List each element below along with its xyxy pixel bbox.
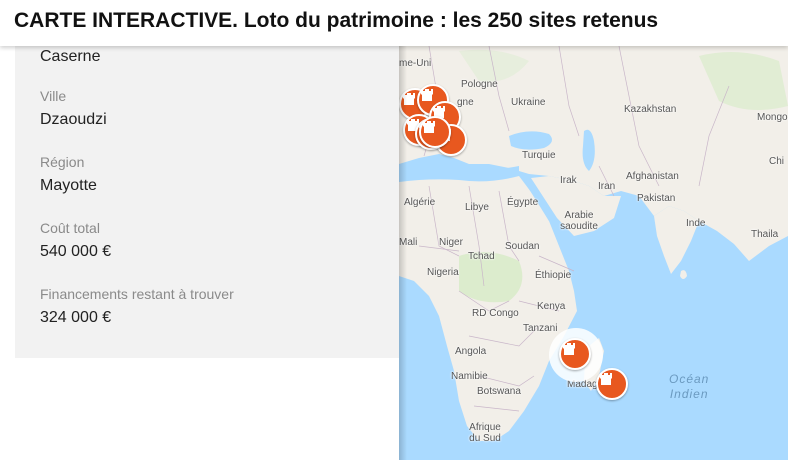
page-title: CARTE INTERACTIVE. Loto du patrimoine : …	[14, 9, 659, 32]
site-type-value: Caserne	[40, 48, 101, 65]
map-edge-shadow	[399, 46, 407, 460]
field-label: Région	[40, 154, 85, 170]
map-label: Arabie saoudite	[560, 210, 598, 232]
info-panel: Caserne Ville Dzaoudzi Région Mayotte Co…	[15, 46, 399, 358]
map-label: Botswana	[477, 386, 521, 397]
field-value: 324 000 €	[40, 309, 112, 326]
map-label: Égypte	[507, 197, 539, 208]
map-label: Tanzani	[523, 323, 558, 334]
map-label: Afghanistan	[626, 171, 679, 182]
castle-icon	[600, 373, 612, 385]
field-value: 540 000 €	[40, 243, 112, 260]
field-label: Ville	[40, 88, 67, 104]
field-financements: Financements restant à trouver 324 000 €	[40, 286, 234, 327]
site-marker[interactable]	[596, 368, 628, 400]
field-value: Dzaoudzi	[40, 111, 107, 128]
field-ville: Ville Dzaoudzi	[40, 88, 107, 129]
map-label: Algérie	[404, 197, 436, 208]
map-label: RD Congo	[472, 308, 519, 319]
site-type: Caserne	[40, 48, 100, 66]
map-label: Ukraine	[511, 97, 546, 108]
map-label: Chi	[769, 156, 785, 167]
map-label: Soudan	[505, 241, 540, 252]
field-value: Mayotte	[40, 177, 97, 194]
map-label: Afrique du Sud	[469, 422, 501, 444]
selected-site-marker[interactable]	[559, 338, 591, 370]
map-label: Libye	[465, 202, 489, 213]
map-label: Pakistan	[637, 193, 676, 204]
map-label: Turquie	[522, 150, 556, 161]
site-marker[interactable]	[419, 116, 451, 148]
map-label: Tchad	[468, 251, 495, 262]
panel-empty-area	[15, 358, 399, 460]
map-label: Irak	[560, 175, 577, 186]
field-region: Région Mayotte	[40, 154, 97, 195]
page-header: CARTE INTERACTIVE. Loto du patrimoine : …	[0, 0, 788, 46]
map-label: Nigeria	[427, 267, 459, 278]
map-label: Inde	[686, 218, 706, 229]
field-label: Financements restant à trouver	[40, 286, 234, 302]
mediterranean-sea	[399, 164, 519, 182]
map-label: Éthiopie	[535, 270, 572, 281]
map-label: Kazakhstan	[624, 104, 677, 115]
map-label: Mongo	[757, 112, 788, 123]
map-label: Angola	[455, 346, 487, 357]
map-label: Iran	[598, 181, 616, 192]
field-cout-total: Coût total 540 000 €	[40, 220, 111, 261]
map-label: Kenya	[537, 301, 566, 312]
map-label: Thaila	[751, 229, 779, 240]
black-sea	[509, 131, 553, 150]
castle-icon	[423, 121, 435, 133]
castle-icon	[563, 343, 575, 355]
srilanka-land	[680, 270, 687, 279]
interactive-map[interactable]: me-Uni Pologne Ukraine Kazakhstan Mongo …	[399, 46, 788, 460]
castle-icon	[421, 89, 433, 101]
map-label: gne	[457, 97, 474, 108]
map-label: Niger	[439, 237, 463, 248]
ocean-label: Océan Indien	[669, 372, 710, 401]
map-label: Namibie	[451, 371, 488, 382]
field-label: Coût total	[40, 220, 100, 236]
map-label: Pologne	[461, 79, 498, 90]
